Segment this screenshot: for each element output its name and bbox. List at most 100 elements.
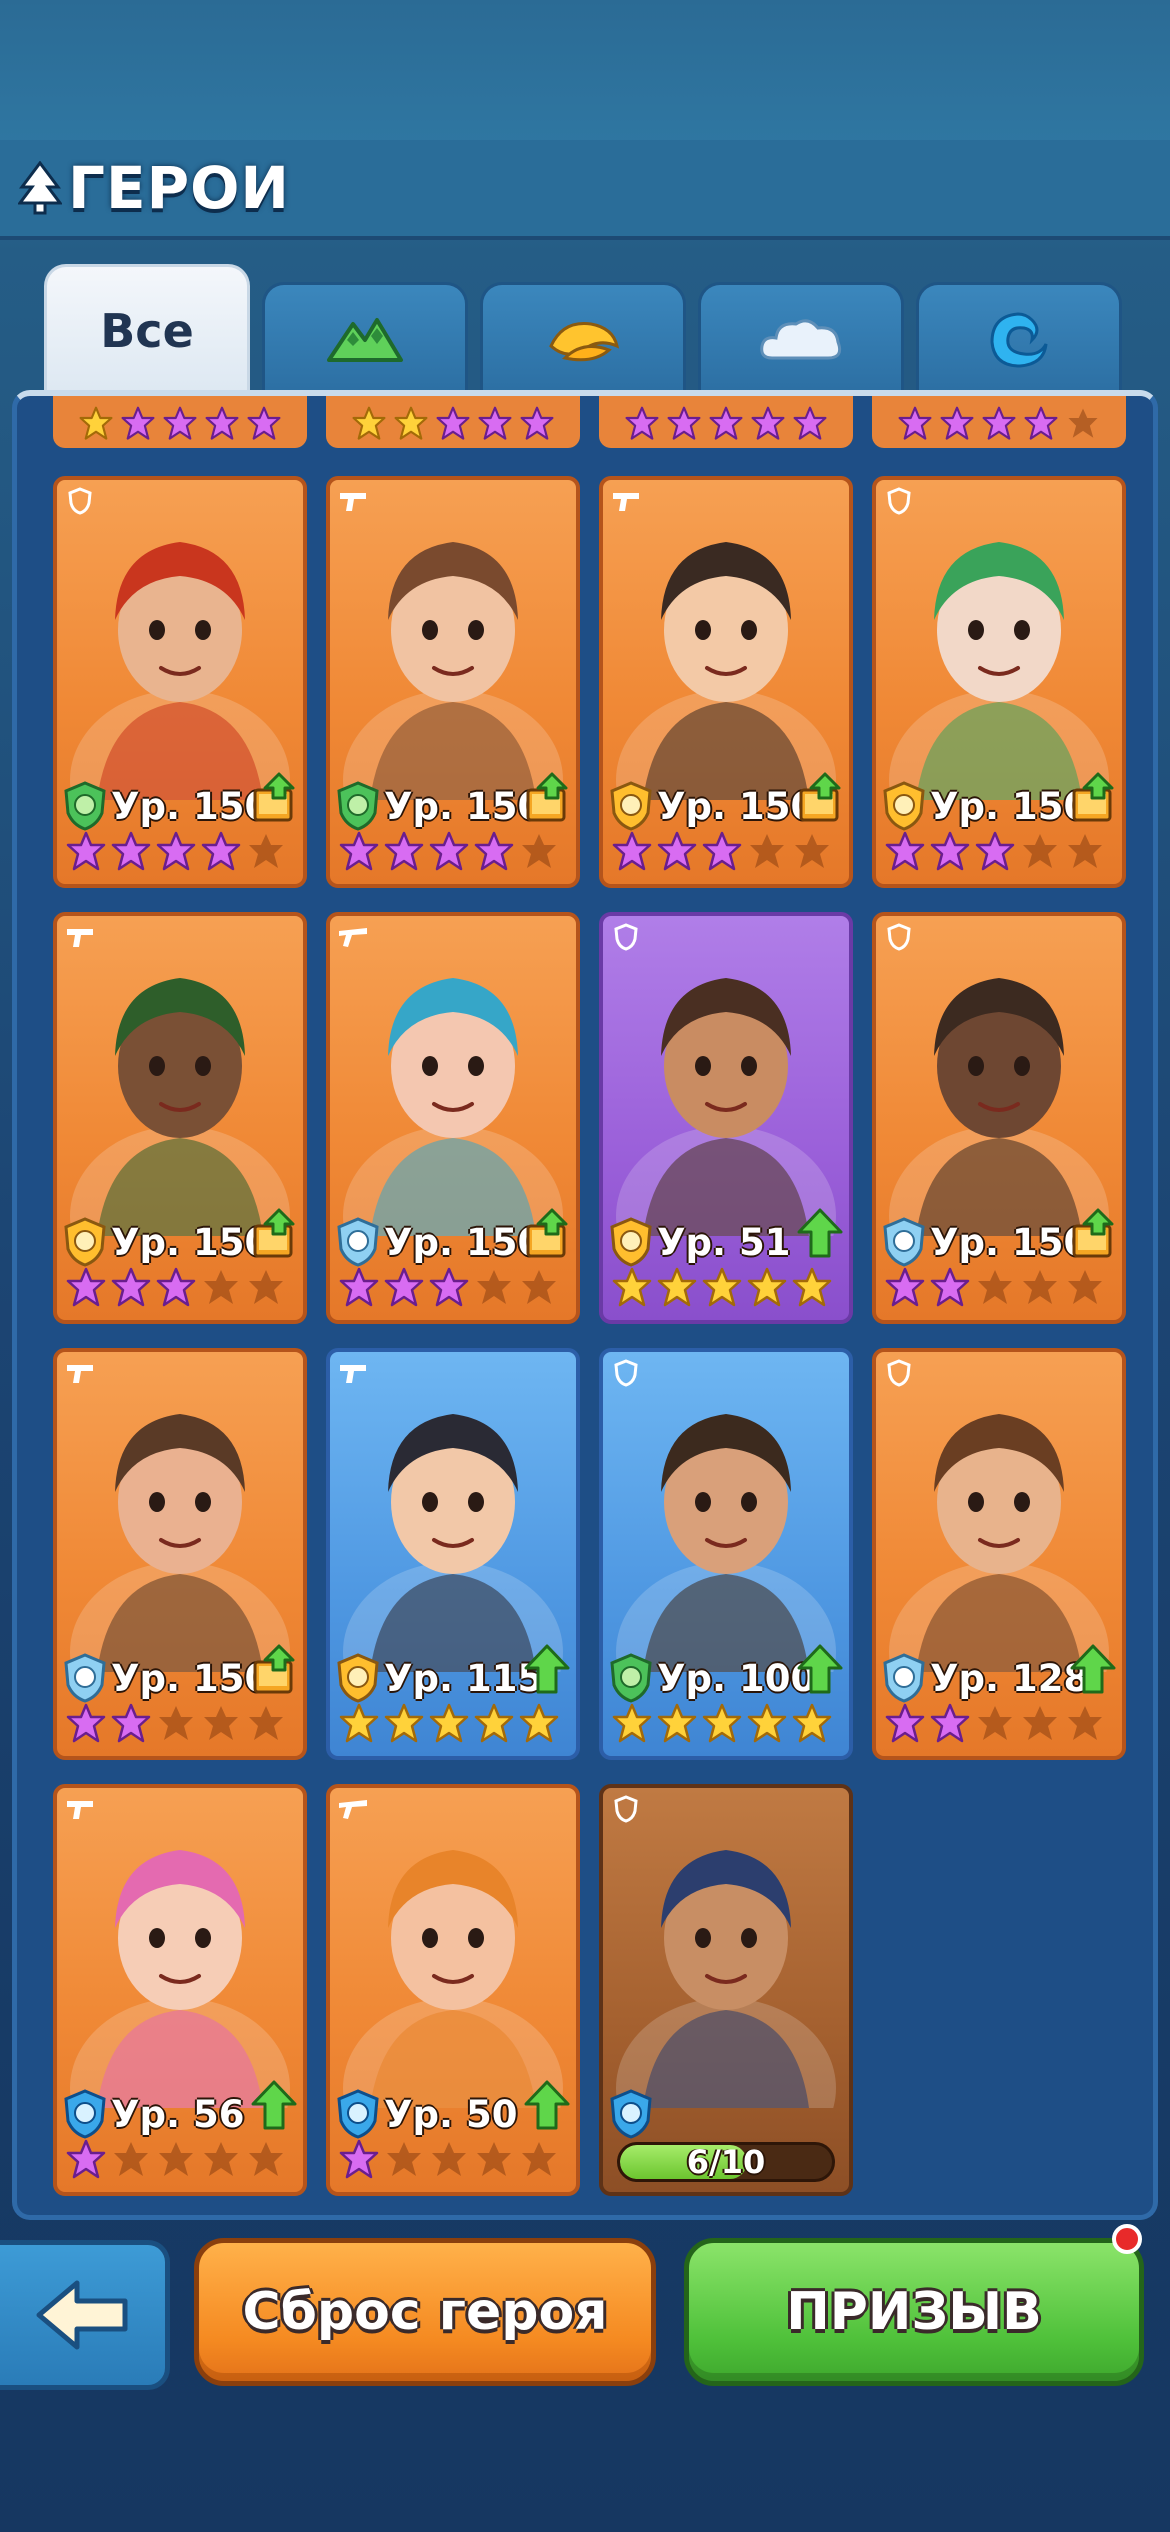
star-icon xyxy=(795,834,829,868)
hero-portrait xyxy=(876,1352,1122,1742)
gun-role-icon xyxy=(611,486,641,516)
hero-portrait xyxy=(603,1788,849,2178)
hero-card-locked[interactable]: 6/10 xyxy=(599,1784,853,2196)
star-icon xyxy=(1068,408,1098,438)
tab-all-label: Все xyxy=(100,303,194,358)
hero-card[interactable]: Ур. 150 xyxy=(872,476,1126,888)
star-icon xyxy=(249,834,283,868)
hero-card[interactable]: Ур. 150 xyxy=(326,476,580,888)
hero-portrait xyxy=(57,916,303,1306)
star-icon xyxy=(1068,1706,1102,1740)
hero-card[interactable]: Ур. 115 xyxy=(326,1348,580,1760)
hero-level: Ур. 150 xyxy=(657,784,817,828)
hero-portrait xyxy=(876,480,1122,870)
back-button[interactable] xyxy=(0,2240,170,2390)
star-icon xyxy=(387,2142,421,2176)
star-icon xyxy=(625,406,659,440)
star-icon xyxy=(975,831,1015,871)
gun-role-icon xyxy=(65,922,95,952)
rifle-role-icon xyxy=(338,922,368,952)
cloud-element-icon xyxy=(882,1217,926,1267)
star-icon xyxy=(429,831,469,871)
star-icon xyxy=(885,1703,925,1743)
arrow-left-icon xyxy=(36,2280,127,2350)
tab-all[interactable]: Все xyxy=(44,264,250,394)
hero-card[interactable]: Ур. 56 xyxy=(53,1784,307,2196)
hero-stars xyxy=(338,1266,568,1310)
star-icon xyxy=(885,831,925,871)
hero-stars xyxy=(611,830,841,874)
tab-cloud[interactable] xyxy=(698,282,904,394)
tab-wave[interactable] xyxy=(916,282,1122,394)
star-icon xyxy=(159,1706,193,1740)
hero-card[interactable]: Ур. 100 xyxy=(599,1348,853,1760)
star-icon xyxy=(204,2142,238,2176)
hero-card[interactable]: Ур. 50 xyxy=(326,1784,580,2196)
hero-level: Ур. 150 xyxy=(111,784,271,828)
page-title-text: ГЕРОИ xyxy=(68,154,290,222)
star-icon xyxy=(477,1270,511,1304)
shield-role-icon xyxy=(611,1794,641,1824)
star-icon xyxy=(249,1270,283,1304)
cloud-element-icon xyxy=(63,1653,107,1703)
star-icon xyxy=(898,406,932,440)
star-icon xyxy=(66,2139,106,2179)
hero-stars xyxy=(65,2138,295,2182)
gun-role-icon xyxy=(65,1794,95,1824)
star-icon xyxy=(114,2142,148,2176)
star-icon xyxy=(204,1706,238,1740)
hero-portrait xyxy=(330,916,576,1306)
tab-desert[interactable] xyxy=(480,282,686,394)
star-icon xyxy=(384,831,424,871)
desert-icon xyxy=(549,321,620,361)
hero-level: Ур. 150 xyxy=(930,784,1090,828)
star-icon xyxy=(339,2139,379,2179)
hero-card[interactable]: Ур. 150 xyxy=(53,1348,307,1760)
hero-card[interactable]: Ур. 150 xyxy=(53,476,307,888)
star-icon xyxy=(657,1703,697,1743)
upgrade-arrow-icon xyxy=(524,1644,570,1694)
star-icon xyxy=(1023,1706,1057,1740)
hero-card[interactable]: Ур. 128 xyxy=(872,1348,1126,1760)
shield-role-icon xyxy=(611,1358,641,1388)
star-icon xyxy=(429,1703,469,1743)
star-icon xyxy=(432,2142,466,2176)
shard-progress-bar: 6/10 xyxy=(617,2142,835,2182)
tab-mountain[interactable] xyxy=(262,282,468,394)
hero-card[interactable]: Ур. 150 xyxy=(326,912,580,1324)
star-icon xyxy=(522,2142,556,2176)
partial-card-row-top xyxy=(326,396,580,448)
hero-card[interactable]: Ур. 150 xyxy=(872,912,1126,1324)
summon-button[interactable]: ПРИЗЫВ xyxy=(684,2238,1144,2386)
hero-level: Ур. 150 xyxy=(111,1656,271,1700)
hero-level: Ур. 56 xyxy=(111,2092,245,2136)
star-icon xyxy=(66,831,106,871)
hero-stars xyxy=(65,1702,295,1746)
star-icon xyxy=(978,1706,1012,1740)
star-icon xyxy=(384,1703,424,1743)
hero-card[interactable]: Ур. 150 xyxy=(53,912,307,1324)
star-icon xyxy=(792,1703,832,1743)
heroes-panel[interactable]: Ур. 150 Ур. 150 Ур. 150 Ур. 150 Ур. 150 Ур. 1… xyxy=(12,390,1158,2220)
upgrade-arrow-icon xyxy=(251,2080,297,2130)
hero-stars xyxy=(884,1266,1114,1310)
hero-portrait xyxy=(330,1352,576,1742)
mountain-element-icon xyxy=(63,781,107,831)
hero-card[interactable]: Ур. 51 xyxy=(599,912,853,1324)
upgrade-book-icon xyxy=(526,772,568,822)
star-icon xyxy=(930,1703,970,1743)
shield-role-icon xyxy=(611,922,641,952)
desert-element-icon xyxy=(336,1653,380,1703)
hero-card[interactable]: Ур. 150 xyxy=(599,476,853,888)
reset-hero-button[interactable]: Сброс героя xyxy=(194,2238,656,2386)
wave-element-icon xyxy=(609,2089,653,2139)
hero-stars xyxy=(338,2138,568,2182)
hero-level: Ур. 128 xyxy=(930,1656,1090,1700)
summon-notification-dot xyxy=(1112,2224,1142,2254)
shield-role-icon xyxy=(884,1358,914,1388)
star-icon xyxy=(159,2142,193,2176)
wave-element-icon xyxy=(63,2089,107,2139)
star-icon xyxy=(66,1267,106,1307)
upgrade-book-icon xyxy=(799,772,841,822)
star-icon xyxy=(520,406,554,440)
